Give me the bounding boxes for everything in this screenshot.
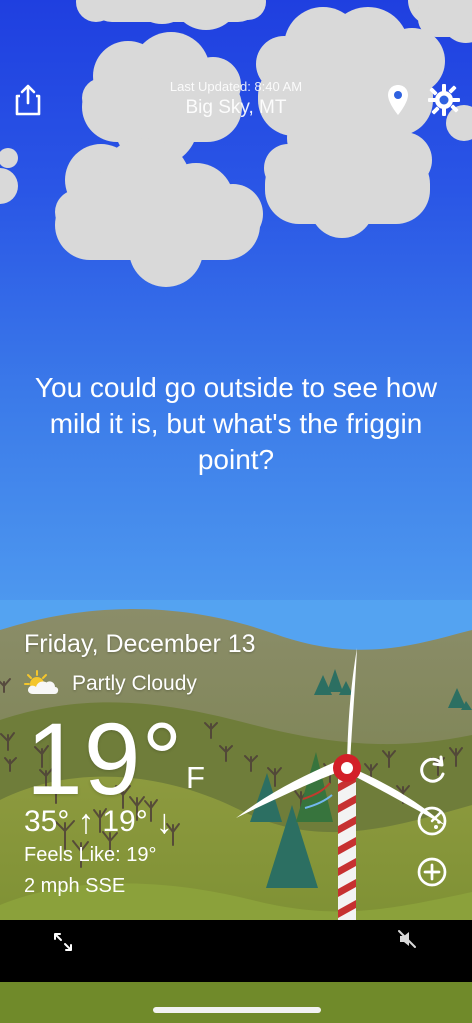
weather-message: You could go outside to see how mild it …: [34, 372, 438, 475]
high-temperature: 35°: [24, 805, 70, 838]
scene-background: [0, 0, 472, 1023]
refresh-button[interactable]: [412, 751, 452, 791]
plus-circle-icon: [417, 857, 447, 887]
settings-button[interactable]: [424, 80, 464, 120]
condition-row: Partly Cloudy: [24, 670, 197, 698]
bottom-grass-strip: [0, 982, 472, 1023]
add-button[interactable]: [412, 852, 452, 892]
high-low-row: 35° ↑ 19° ↓: [24, 805, 173, 839]
home-indicator[interactable]: [153, 1007, 321, 1013]
condition-label: Partly Cloudy: [72, 672, 197, 695]
partly-cloudy-icon: [24, 670, 59, 694]
date-label: Friday, December 13: [24, 630, 256, 658]
cloud-illustration: [0, 0, 472, 287]
low-temperature: 19°: [102, 805, 148, 838]
high-arrow: ↑: [77, 803, 95, 841]
refresh-icon: [420, 755, 445, 783]
share-button[interactable]: [8, 80, 48, 120]
temperature-unit: F: [186, 760, 205, 795]
location-button[interactable]: [378, 80, 418, 120]
mute-icon: [398, 930, 416, 948]
radar-button[interactable]: [412, 801, 452, 841]
mute-button[interactable]: [392, 924, 422, 954]
location-pin-icon: [388, 85, 408, 115]
gear-icon: [428, 84, 460, 116]
share-icon: [15, 84, 41, 116]
wind-label: 2 mph SSE: [24, 875, 126, 897]
header: Last Updated: 8:40 AM Big Sky, MT: [0, 74, 472, 134]
expand-icon: [54, 933, 72, 951]
radar-icon: [417, 806, 447, 836]
current-temperature: 19°: [26, 702, 184, 816]
low-arrow: ↓: [155, 803, 173, 841]
feels-like-label: Feels Like: 19°: [24, 844, 157, 866]
expand-button[interactable]: [45, 924, 81, 960]
